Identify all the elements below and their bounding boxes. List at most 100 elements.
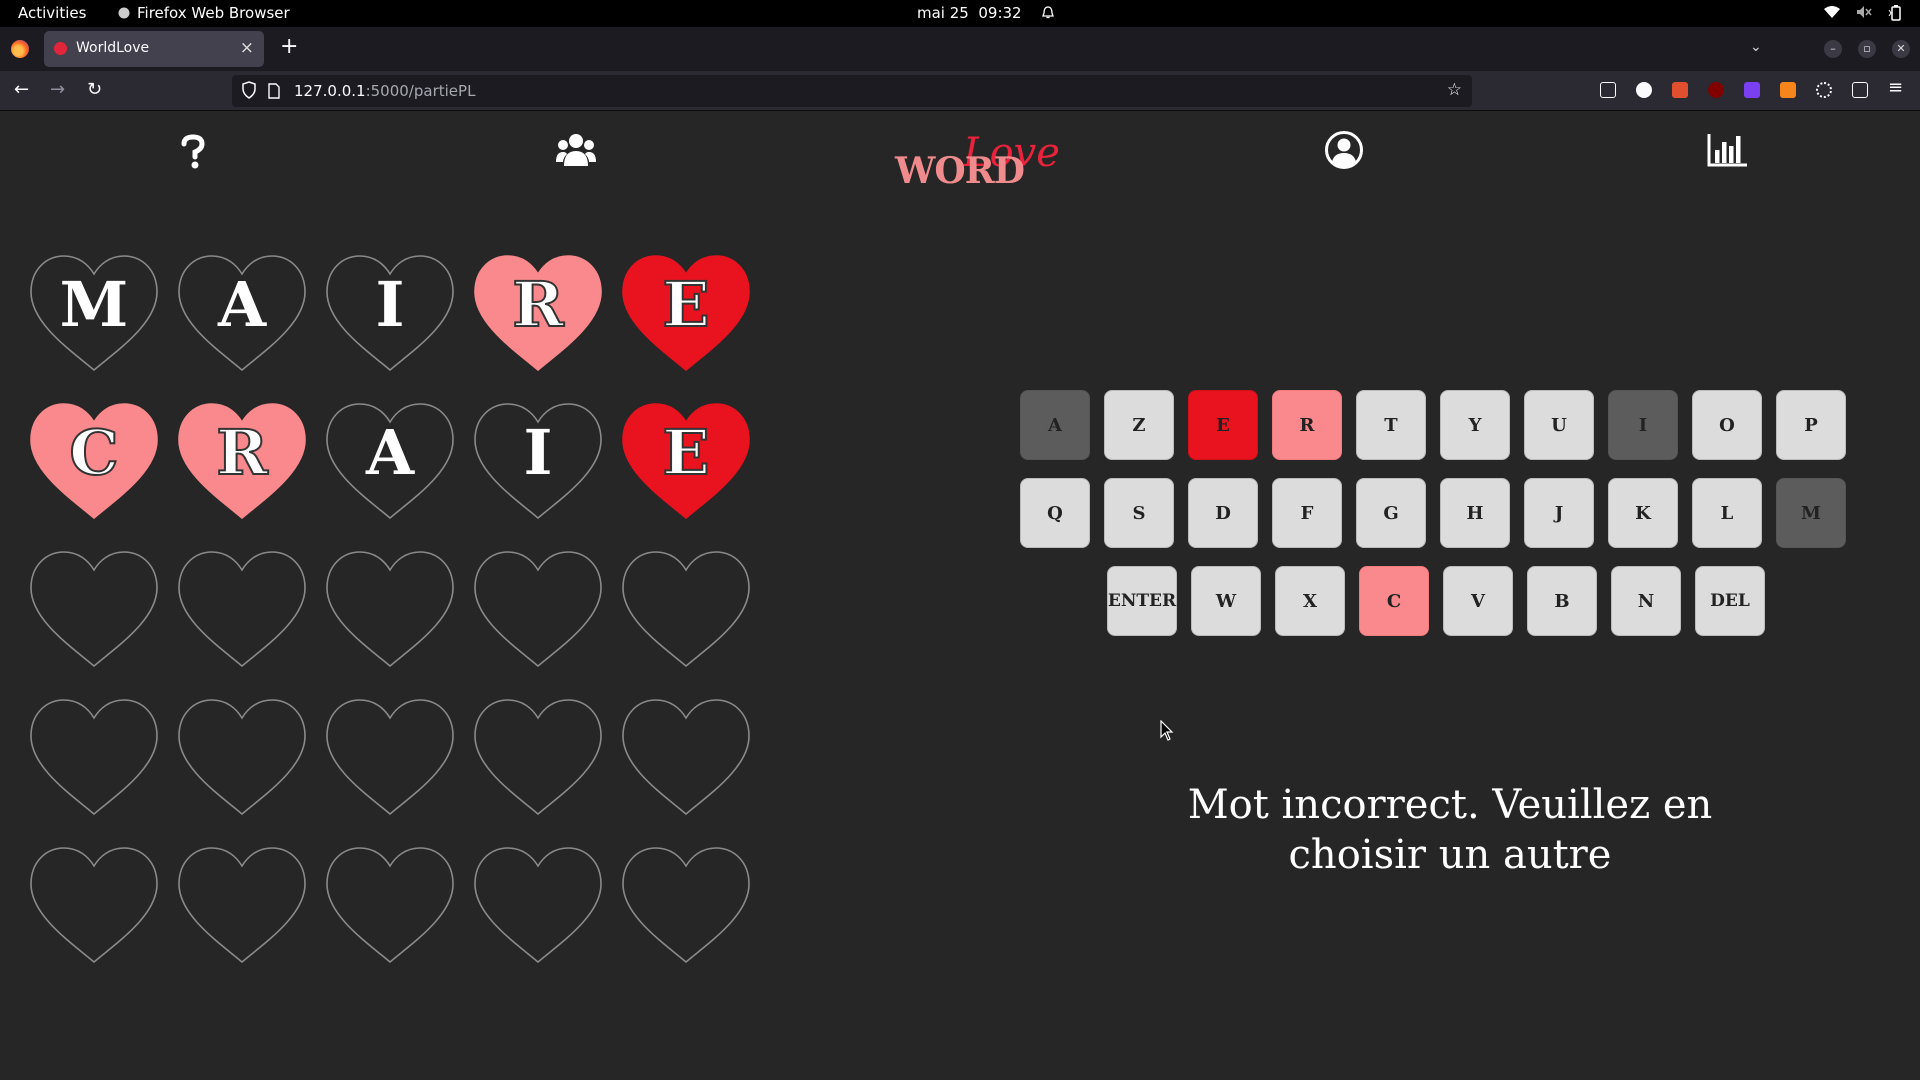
pocket-icon[interactable] [1600, 82, 1616, 98]
forward-icon[interactable]: → [50, 80, 65, 100]
browser-nav-bar: ← → ↻ 127.0.0.1:5000/partiePL ☆ ≡ [0, 71, 1920, 111]
url-text: 127.0.0.1:5000/partiePL [294, 82, 476, 100]
y-extension-icon[interactable] [1636, 82, 1652, 98]
users-icon[interactable] [556, 132, 596, 168]
heart-icon [30, 699, 158, 816]
heart-icon [622, 699, 750, 816]
key-q[interactable]: Q [1020, 478, 1090, 548]
board-cell [28, 696, 162, 822]
board-cell [324, 548, 458, 674]
board-cell-letter: I [523, 416, 553, 489]
key-m[interactable]: M [1776, 478, 1846, 548]
key-h[interactable]: H [1440, 478, 1510, 548]
site-favicon [54, 42, 67, 55]
heart-icon [326, 551, 454, 668]
key-b[interactable]: B [1527, 566, 1597, 636]
key-z[interactable]: Z [1104, 390, 1174, 460]
clock[interactable]: mai 25 09:32 [917, 4, 1054, 22]
key-n[interactable]: N [1611, 566, 1681, 636]
key-w[interactable]: W [1191, 566, 1261, 636]
key-g[interactable]: G [1356, 478, 1426, 548]
board-cell-letter: E [661, 415, 710, 490]
activities-button[interactable]: Activities [18, 4, 86, 22]
key-i[interactable]: I [1608, 390, 1678, 460]
board-cell-letter: C [68, 415, 119, 490]
help-icon[interactable] [180, 134, 206, 170]
board-cell: E [620, 252, 754, 378]
key-j[interactable]: J [1524, 478, 1594, 548]
tab-title: WorldLove [76, 40, 150, 56]
system-tray[interactable] [1824, 5, 1902, 21]
stats-icon[interactable] [1707, 132, 1749, 168]
board-cell-letter: I [375, 268, 405, 341]
board-cell [28, 844, 162, 970]
heart-icon [178, 847, 306, 964]
reload-icon[interactable]: ↻ [87, 80, 102, 100]
key-s[interactable]: S [1104, 478, 1174, 548]
tab-worldlove[interactable]: WorldLove × [44, 31, 264, 67]
app-name: Firefox Web Browser [137, 4, 290, 22]
key-del[interactable]: DEL [1695, 566, 1765, 636]
extensions-puzzle-icon[interactable] [1852, 82, 1868, 98]
key-p[interactable]: P [1776, 390, 1846, 460]
status-message: Mot incorrect. Veuillez en choisir un au… [1140, 780, 1760, 880]
board-cell [324, 844, 458, 970]
list-tabs-chevron-icon[interactable]: ⌄ [1750, 39, 1762, 55]
board-cell-letter: A [217, 268, 267, 341]
board-cell: I [324, 252, 458, 378]
heart-icon [622, 847, 750, 964]
key-x[interactable]: X [1275, 566, 1345, 636]
minimize-icon[interactable]: – [1824, 40, 1842, 58]
board-cell: R [472, 252, 606, 378]
key-a[interactable]: A [1020, 390, 1090, 460]
key-v[interactable]: V [1443, 566, 1513, 636]
key-t[interactable]: T [1356, 390, 1426, 460]
key-y[interactable]: Y [1440, 390, 1510, 460]
firefox-view-icon[interactable] [11, 40, 29, 58]
metamask-icon[interactable] [1780, 82, 1796, 98]
account-icon[interactable] [1324, 130, 1364, 170]
clock-time: 09:32 [978, 4, 1022, 22]
wifi-icon [1824, 6, 1840, 18]
key-o[interactable]: O [1692, 390, 1762, 460]
restore-icon[interactable]: ▫ [1858, 40, 1876, 58]
key-r[interactable]: R [1272, 390, 1342, 460]
key-c[interactable]: C [1359, 566, 1429, 636]
url-bar[interactable]: 127.0.0.1:5000/partiePL ☆ [232, 75, 1472, 107]
heart-icon [178, 699, 306, 816]
key-d[interactable]: D [1188, 478, 1258, 548]
board-cell-letter: A [365, 416, 415, 489]
key-k[interactable]: K [1608, 478, 1678, 548]
key-f[interactable]: F [1272, 478, 1342, 548]
worldlove-logo[interactable]: Love WORD [893, 122, 1060, 212]
app-menu[interactable]: Firefox Web Browser [118, 4, 290, 22]
board-cell: I [472, 400, 606, 526]
board-cell [620, 548, 754, 674]
close-tab-icon[interactable]: × [240, 38, 254, 58]
bitwarden-like-extension-icon[interactable] [1672, 82, 1688, 98]
heart-icon [326, 847, 454, 964]
key-enter[interactable]: ENTER [1107, 566, 1177, 636]
key-e[interactable]: E [1188, 390, 1258, 460]
heart-icon [326, 699, 454, 816]
board-cell-letter: M [59, 268, 129, 341]
purple-extension-icon[interactable] [1744, 82, 1760, 98]
board-cell [176, 548, 310, 674]
bookmark-star-icon[interactable]: ☆ [1447, 80, 1462, 100]
hamburger-menu-icon[interactable]: ≡ [1888, 78, 1903, 98]
heart-icon [474, 551, 602, 668]
board-cell [472, 844, 606, 970]
back-icon[interactable]: ← [14, 80, 29, 100]
new-tab-button[interactable]: + [280, 36, 298, 58]
board-cell [324, 696, 458, 822]
key-u[interactable]: U [1524, 390, 1594, 460]
ublock-origin-icon[interactable] [1708, 82, 1724, 98]
shield-icon[interactable] [242, 81, 256, 99]
board-cell: M [28, 252, 162, 378]
settings-extension-icon[interactable] [1816, 82, 1832, 98]
close-window-icon[interactable]: ✕ [1892, 40, 1910, 58]
board-cell [176, 696, 310, 822]
key-l[interactable]: L [1692, 478, 1762, 548]
page-info-icon[interactable] [268, 83, 280, 99]
battery-icon [1888, 5, 1901, 21]
